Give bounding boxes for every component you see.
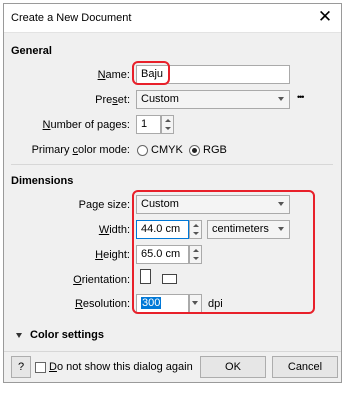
- chevron-down-icon: [278, 97, 284, 101]
- rgb-radio[interactable]: [189, 145, 200, 156]
- orientation-label: Orientation:: [73, 274, 130, 286]
- general-heading: General: [11, 45, 52, 57]
- help-button[interactable]: ?: [11, 356, 31, 378]
- dialog-title: Create a New Document: [11, 12, 132, 24]
- footer-divider: [4, 351, 341, 352]
- close-icon[interactable]: ✕: [315, 7, 335, 27]
- title-bar: Create a New Document ✕: [4, 4, 341, 33]
- more-options-icon[interactable]: •••: [297, 92, 305, 102]
- width-label: Width:: [98, 224, 130, 236]
- expand-arrow-icon[interactable]: [16, 333, 22, 338]
- resolution-label: Resolution:: [74, 298, 130, 310]
- pages-stepper[interactable]: [161, 115, 174, 134]
- cmyk-label: CMYK: [151, 144, 183, 156]
- chevron-down-icon: [165, 127, 171, 130]
- create-document-dialog: Create a New Document ✕ General Name: Ba…: [3, 3, 342, 383]
- height-label: Height:: [95, 249, 130, 261]
- dont-show-checkbox[interactable]: [35, 362, 46, 373]
- color-settings-toggle[interactable]: Color settings: [30, 329, 104, 341]
- pages-label: Number of pages:: [42, 119, 130, 131]
- cmyk-radio[interactable]: [137, 145, 148, 156]
- section-divider: [11, 164, 333, 165]
- dont-show-label: Do not show this dialog again: [49, 361, 193, 373]
- cancel-button[interactable]: Cancel: [272, 356, 338, 378]
- name-label: Name:: [97, 69, 130, 81]
- dimensions-heading: Dimensions: [11, 175, 74, 187]
- page-size-label: Page size:: [78, 199, 130, 211]
- chevron-up-icon: [165, 119, 171, 122]
- ok-button[interactable]: OK: [200, 356, 266, 378]
- color-mode-label: Primary color mode:: [31, 144, 130, 156]
- name-highlight-annotation: [132, 61, 170, 85]
- pages-input[interactable]: 1: [136, 115, 161, 134]
- rgb-label: RGB: [203, 144, 227, 156]
- preset-select[interactable]: Custom: [136, 90, 290, 109]
- preset-label: Preset:: [95, 94, 130, 106]
- dimensions-highlight-annotation: [132, 190, 315, 314]
